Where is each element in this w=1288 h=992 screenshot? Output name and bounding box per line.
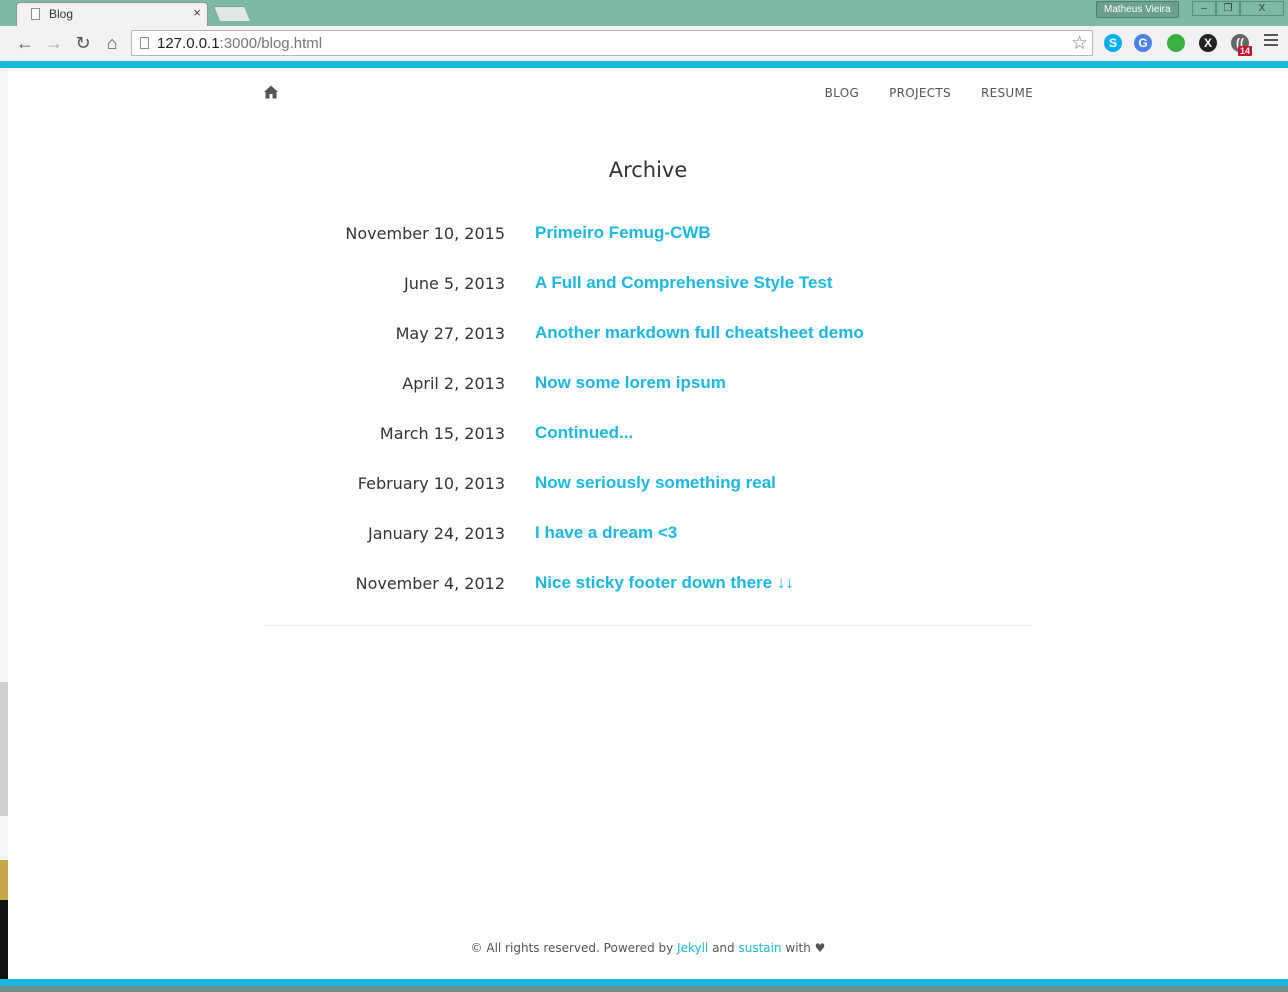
tab-blog[interactable]: Blog × bbox=[16, 2, 208, 26]
post-row: March 15, 2013 Continued... bbox=[263, 422, 1033, 472]
site-nav: BLOG PROJECTS RESUME bbox=[263, 84, 1033, 104]
nav-link[interactable]: RESUME bbox=[981, 86, 1033, 100]
post-date: June 5, 2013 bbox=[404, 274, 505, 293]
post-title-link[interactable]: Now some lorem ipsum bbox=[535, 373, 726, 393]
bookmark-star-icon[interactable]: ☆ bbox=[1071, 32, 1088, 55]
post-date: November 10, 2015 bbox=[345, 224, 505, 243]
post-title-link[interactable]: Now seriously something real bbox=[535, 473, 776, 493]
home-button[interactable]: ⌂ bbox=[101, 32, 123, 54]
browser-toolbar: ← → ↻ ⌂ 127.0.0.1:3000/blog.html ☆ S G X((… bbox=[0, 26, 1288, 62]
restore-button[interactable]: ❐ bbox=[1216, 1, 1240, 16]
left-edge bbox=[0, 68, 8, 980]
post-date: November 4, 2012 bbox=[355, 574, 505, 593]
notification-badge: 14 bbox=[1238, 46, 1253, 56]
post-row: November 10, 2015 Primeiro Femug-CWB bbox=[263, 222, 1033, 272]
post-date: February 10, 2013 bbox=[357, 474, 505, 493]
footer-text: © All rights reserved. Powered by bbox=[470, 941, 678, 955]
desktop-edge bbox=[0, 900, 8, 980]
window-titlebar: Blog × Matheus Vieira – ❐ X bbox=[0, 0, 1288, 26]
page-title: Archive bbox=[608, 158, 688, 182]
menu-icon[interactable] bbox=[1264, 34, 1278, 49]
x-extension-icon[interactable]: X bbox=[1199, 34, 1217, 52]
close-window-button[interactable]: X bbox=[1240, 1, 1284, 16]
post-title-link[interactable]: Continued... bbox=[535, 423, 633, 443]
page-icon bbox=[140, 37, 149, 49]
green-circle-icon[interactable] bbox=[1167, 34, 1185, 52]
post-row: June 5, 2013 A Full and Comprehensive Sty… bbox=[263, 272, 1033, 322]
post-title-link[interactable]: I have a dream <3 bbox=[535, 523, 677, 543]
post-row: May 27, 2013 Another markdown full cheats… bbox=[263, 322, 1033, 372]
url-path: :3000/blog.html bbox=[219, 35, 323, 52]
home-icon[interactable] bbox=[263, 84, 279, 100]
back-button[interactable]: ← bbox=[14, 32, 36, 54]
footer-text: and bbox=[708, 941, 739, 955]
post-list: November 10, 2015 Primeiro Femug-CWB June … bbox=[263, 222, 1033, 622]
user-profile-button[interactable]: Matheus Vieira bbox=[1096, 1, 1179, 18]
tab-title: Blog bbox=[49, 7, 74, 21]
post-row: April 2, 2013 Now some lorem ipsum bbox=[263, 372, 1033, 422]
forward-button[interactable]: → bbox=[43, 32, 65, 54]
jekyll-link[interactable]: Jekyll bbox=[677, 941, 708, 955]
post-row: January 24, 2013 I have a dream <3 bbox=[263, 522, 1033, 572]
minimize-button[interactable]: – bbox=[1192, 1, 1216, 16]
url-text: 127.0.0.1:3000/blog.html bbox=[157, 35, 322, 52]
post-row: November 4, 2012 Nice sticky footer down … bbox=[263, 572, 1033, 622]
post-date: May 27, 2013 bbox=[395, 324, 505, 343]
scrollbar-thumb[interactable] bbox=[0, 682, 8, 816]
address-bar[interactable]: 127.0.0.1:3000/blog.html ☆ bbox=[131, 30, 1093, 56]
new-tab-button[interactable] bbox=[212, 6, 252, 21]
divider bbox=[263, 625, 1033, 626]
post-title-link[interactable]: Nice sticky footer down there ↓↓ bbox=[535, 573, 794, 593]
nav-links: BLOG PROJECTS RESUME bbox=[825, 86, 1033, 100]
accent-bar bbox=[0, 61, 1288, 68]
sustain-link[interactable]: sustain bbox=[738, 941, 781, 955]
url-host: 127.0.0.1 bbox=[157, 35, 220, 52]
skype-icon[interactable]: S bbox=[1104, 34, 1122, 52]
post-date: January 24, 2013 bbox=[368, 524, 505, 543]
post-row: February 10, 2013 Now seriously something… bbox=[263, 472, 1033, 522]
post-title-link[interactable]: A Full and Comprehensive Style Test bbox=[535, 273, 833, 293]
post-date: April 2, 2013 bbox=[402, 374, 505, 393]
post-title-link[interactable]: Another markdown full cheatsheet demo bbox=[535, 323, 864, 343]
reload-button[interactable]: ↻ bbox=[72, 32, 94, 54]
footer: © All rights reserved. Powered by Jekyll… bbox=[0, 941, 1288, 955]
nav-link[interactable]: PROJECTS bbox=[889, 86, 951, 100]
translate-icon[interactable]: G bbox=[1134, 34, 1152, 52]
footer-text: with ♥ bbox=[781, 941, 826, 955]
taskbar bbox=[0, 986, 1288, 992]
tab-close-icon[interactable]: × bbox=[193, 6, 201, 20]
post-title-link[interactable]: Primeiro Femug-CWB bbox=[535, 223, 711, 243]
post-date: March 15, 2013 bbox=[379, 424, 505, 443]
page-icon bbox=[31, 8, 40, 20]
desktop-edge bbox=[0, 860, 8, 900]
accent-bar bbox=[0, 979, 1288, 986]
nav-link[interactable]: BLOG bbox=[825, 86, 859, 100]
